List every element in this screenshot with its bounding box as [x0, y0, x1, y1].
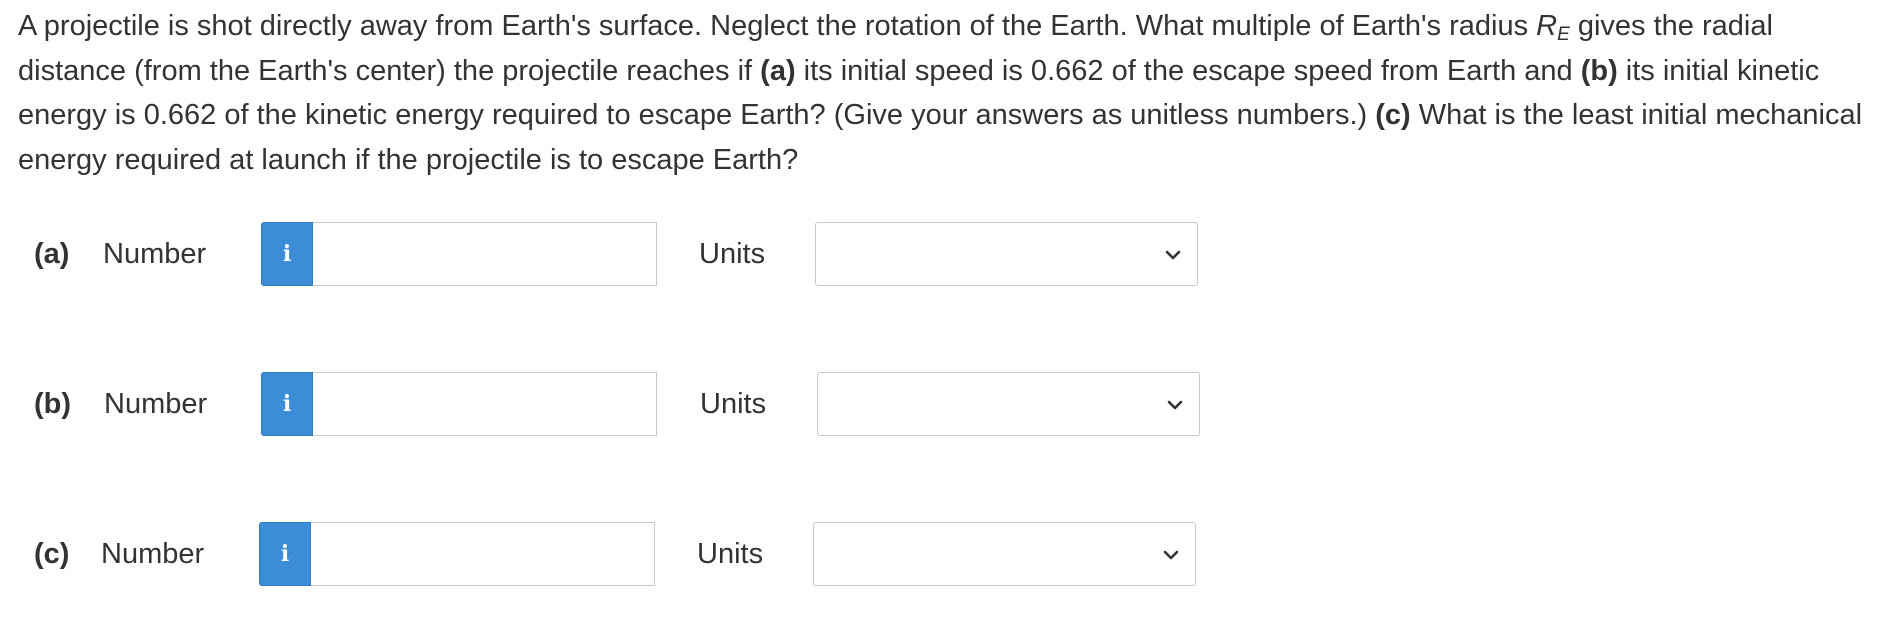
answer-row-a: (a) Number i Units: [0, 222, 1300, 286]
info-icon: i: [282, 241, 292, 267]
info-button-c[interactable]: i: [259, 522, 311, 586]
info-icon: i: [282, 391, 292, 417]
units-label-b: Units: [700, 388, 767, 420]
answer-row-c: (c) Number i Units: [0, 522, 1300, 586]
part-label-c: (c): [34, 538, 70, 570]
units-label-c: Units: [697, 538, 764, 570]
units-label-a: Units: [699, 238, 766, 270]
info-icon: i: [280, 541, 290, 567]
part-label-b: (b): [34, 388, 72, 420]
units-select-c[interactable]: [813, 522, 1196, 586]
earth-radius-subscript: E: [1557, 24, 1570, 45]
question-part-c: (c): [1375, 99, 1411, 131]
question-intro: A projectile is shot directly away from …: [18, 10, 1537, 42]
number-label-c: Number: [101, 538, 205, 570]
question-text: A projectile is shot directly away from …: [18, 4, 1868, 182]
number-label-b: Number: [104, 388, 208, 420]
number-input-c[interactable]: [311, 522, 655, 586]
number-input-b[interactable]: [313, 372, 657, 436]
question-mid-2: its initial speed is 0.662 of the escape…: [795, 54, 1581, 87]
question-part-a: (a): [760, 54, 796, 87]
part-label-a: (a): [34, 238, 70, 270]
info-button-b[interactable]: i: [261, 372, 313, 436]
answer-row-b: (b) Number i Units: [0, 372, 1300, 436]
chevron-down-icon: [1165, 250, 1181, 260]
info-button-a[interactable]: i: [261, 222, 313, 286]
question-part-b: (b): [1580, 54, 1618, 87]
chevron-down-icon: [1167, 400, 1183, 410]
earth-radius-symbol: R: [1536, 10, 1558, 42]
chevron-down-icon: [1163, 550, 1179, 560]
number-input-a[interactable]: [313, 222, 657, 286]
number-label-a: Number: [103, 238, 207, 270]
units-select-b[interactable]: [817, 372, 1200, 436]
units-select-a[interactable]: [815, 222, 1198, 286]
